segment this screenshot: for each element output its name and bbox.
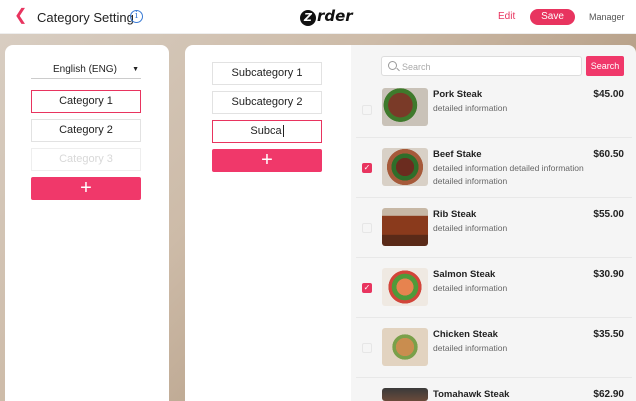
product-description: detailed information detailed informatio… xyxy=(433,163,584,186)
product-checkbox-checked[interactable]: ✓ xyxy=(362,283,372,293)
product-row[interactable]: Rib Steak detailed information $55.00 xyxy=(356,198,632,258)
text-cursor xyxy=(282,125,284,138)
product-name: Rib Steak xyxy=(433,209,477,220)
product-name: Pork Steak xyxy=(433,89,483,100)
language-value: English (ENG) xyxy=(53,64,117,75)
product-description: detailed information xyxy=(433,223,508,233)
product-price: $30.90 xyxy=(593,269,624,280)
subcategory-input[interactable]: Subca xyxy=(212,120,322,143)
tomahawk-steak-image xyxy=(382,388,428,401)
product-row[interactable]: ✓ Beef Stake detailed information detail… xyxy=(356,138,632,198)
top-bar: ❮ Category Setting i Zrder Edit Save Man… xyxy=(0,0,636,34)
product-price: $55.00 xyxy=(593,209,624,220)
search-input[interactable]: Search xyxy=(381,56,582,76)
product-name: Beef Stake xyxy=(433,149,482,160)
product-description: detailed information xyxy=(433,103,508,113)
product-row[interactable]: Tomahawk Steak $62.90 xyxy=(356,378,632,401)
category-item-placeholder[interactable]: Category 3 xyxy=(31,148,141,171)
product-description: detailed information xyxy=(433,283,508,293)
logo-text: rder xyxy=(317,7,353,25)
product-price: $45.00 xyxy=(593,89,624,100)
product-row[interactable]: Chicken Steak detailed information $35.5… xyxy=(356,318,632,378)
add-subcategory-button[interactable]: + xyxy=(212,149,322,172)
search-placeholder: Search xyxy=(402,62,431,72)
save-button[interactable]: Save xyxy=(530,9,575,25)
product-description: detailed information xyxy=(433,343,508,353)
add-category-button[interactable]: + xyxy=(31,177,141,200)
product-checkbox-checked[interactable]: ✓ xyxy=(362,163,372,173)
product-price: $60.50 xyxy=(593,149,624,160)
chicken-steak-image xyxy=(382,328,428,366)
search-button[interactable]: Search xyxy=(586,56,624,76)
rib-steak-image xyxy=(382,208,428,246)
chevron-left-icon[interactable]: ❮ xyxy=(14,8,27,24)
page-title: Category Setting xyxy=(37,10,134,25)
caret-down-icon: ▼ xyxy=(132,66,139,73)
product-name: Tomahawk Steak xyxy=(433,389,510,400)
app-logo: Zrder xyxy=(300,7,353,26)
product-checkbox[interactable] xyxy=(362,105,372,115)
salmon-steak-image xyxy=(382,268,428,306)
pork-steak-image xyxy=(382,88,428,126)
logo-letter: Z xyxy=(300,10,316,26)
product-row[interactable]: ✓ Salmon Steak detailed information $30.… xyxy=(356,258,632,318)
subcategory-input-value: Subca xyxy=(250,125,282,137)
manager-link[interactable]: Manager xyxy=(589,12,625,22)
edit-button[interactable]: Edit xyxy=(498,11,515,22)
search-icon xyxy=(388,61,397,70)
info-icon[interactable]: i xyxy=(130,10,143,23)
product-row[interactable]: Pork Steak detailed information $45.00 xyxy=(356,78,632,138)
beef-stake-image xyxy=(382,148,428,186)
product-checkbox[interactable] xyxy=(362,343,372,353)
product-price: $62.90 xyxy=(593,389,624,400)
product-name: Chicken Steak xyxy=(433,329,498,340)
product-price: $35.50 xyxy=(593,329,624,340)
product-checkbox[interactable] xyxy=(362,223,372,233)
subcategory-item[interactable]: Subcategory 2 xyxy=(212,91,322,114)
product-name: Salmon Steak xyxy=(433,269,496,280)
subcategory-item[interactable]: Subcategory 1 xyxy=(212,62,322,85)
category-item[interactable]: Category 1 xyxy=(31,90,141,113)
language-select[interactable]: English (ENG) ▼ xyxy=(31,62,141,79)
category-item[interactable]: Category 2 xyxy=(31,119,141,142)
